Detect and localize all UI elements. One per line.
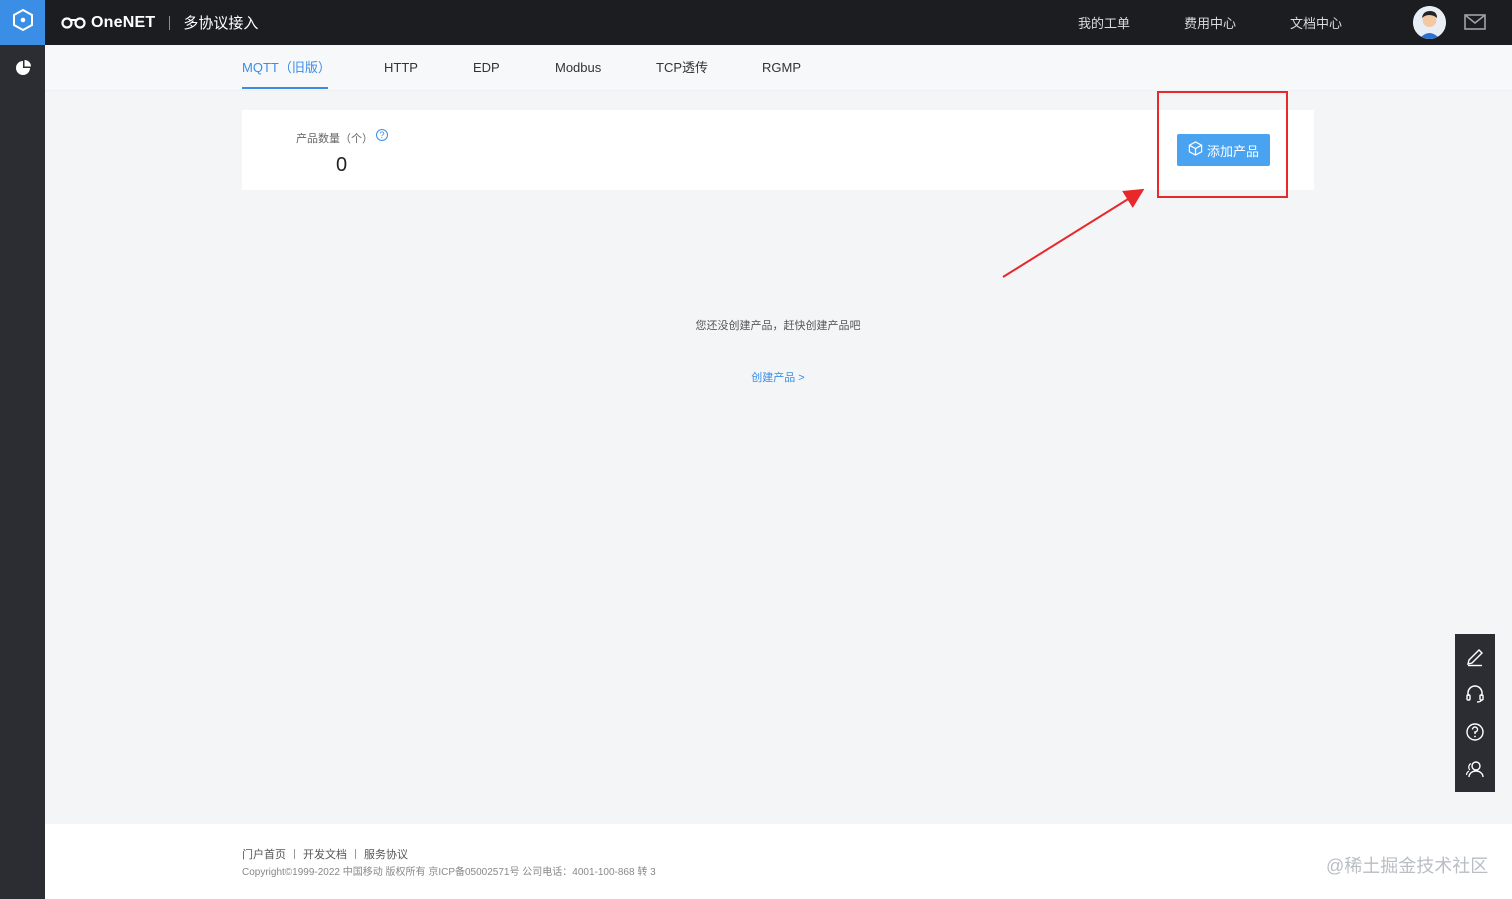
tab-http[interactable]: HTTP	[384, 45, 418, 91]
footer: 门户首页 开发文档 服务协议 Copyright©1999-2022 中国移动 …	[45, 824, 1512, 899]
brand[interactable]: OneNET 多协议接入	[61, 12, 258, 33]
brand-name: OneNET	[91, 13, 156, 31]
empty-state-message: 您还没创建产品，赶快创建产品吧	[695, 320, 861, 332]
floating-tool-panel	[1455, 634, 1495, 792]
product-count-label: 产品数量（个）	[296, 133, 373, 145]
copyright-text: Copyright©1999-2022 中国移动 版权所有 京ICP备05002…	[242, 867, 656, 878]
tab-rgmp[interactable]: RGMP	[762, 45, 801, 91]
top-bar: OneNET 多协议接入 我的工单 费用中心 文档中心	[0, 0, 1512, 45]
onenet-logo-icon	[61, 16, 87, 30]
footer-links: 门户首页 开发文档 服务协议	[242, 846, 408, 862]
tab-tcp-passthrough[interactable]: TCP透传	[656, 45, 708, 91]
edit-icon[interactable]	[1463, 645, 1487, 669]
page-title: 多协议接入	[183, 15, 259, 32]
footer-divider	[294, 849, 295, 859]
footer-divider	[355, 849, 356, 859]
top-nav: 我的工单 费用中心 文档中心	[1078, 0, 1396, 45]
nav-billing-center[interactable]: 费用中心	[1184, 13, 1236, 32]
users-icon[interactable]	[1463, 757, 1487, 781]
mail-icon[interactable]	[1464, 13, 1486, 36]
tab-mqtt-legacy[interactable]: MQTT（旧版）	[242, 45, 331, 91]
product-summary-card: 产品数量（个） ? 0	[242, 110, 1314, 190]
footer-link-dev-docs[interactable]: 开发文档	[303, 846, 347, 862]
nav-docs-center[interactable]: 文档中心	[1290, 13, 1342, 32]
footer-link-portal-home[interactable]: 门户首页	[242, 846, 286, 862]
nav-my-tickets[interactable]: 我的工单	[1078, 13, 1130, 32]
pie-chart-icon[interactable]	[14, 59, 32, 82]
help-circle-icon[interactable]: ?	[376, 129, 388, 141]
headset-icon[interactable]	[1463, 682, 1487, 706]
brand-divider	[169, 15, 171, 30]
sidebar	[0, 45, 45, 899]
hexagon-logo-icon	[11, 8, 35, 37]
avatar[interactable]	[1413, 6, 1446, 39]
app-logo-tile[interactable]	[0, 0, 45, 45]
help-icon[interactable]	[1463, 720, 1487, 744]
product-count-value: 0	[336, 154, 348, 176]
tab-modbus[interactable]: Modbus	[555, 45, 601, 91]
tab-edp[interactable]: EDP	[473, 45, 500, 91]
create-product-link[interactable]: 创建产品 >	[0, 369, 1512, 385]
active-tab-indicator	[242, 87, 328, 89]
annotation-highlight-box	[1157, 91, 1288, 198]
watermark: @稀土掘金技术社区	[1326, 856, 1489, 876]
protocol-tabs: MQTT（旧版） HTTP EDP Modbus TCP透传 RGMP	[45, 45, 1512, 91]
footer-link-service-agreement[interactable]: 服务协议	[364, 846, 408, 862]
